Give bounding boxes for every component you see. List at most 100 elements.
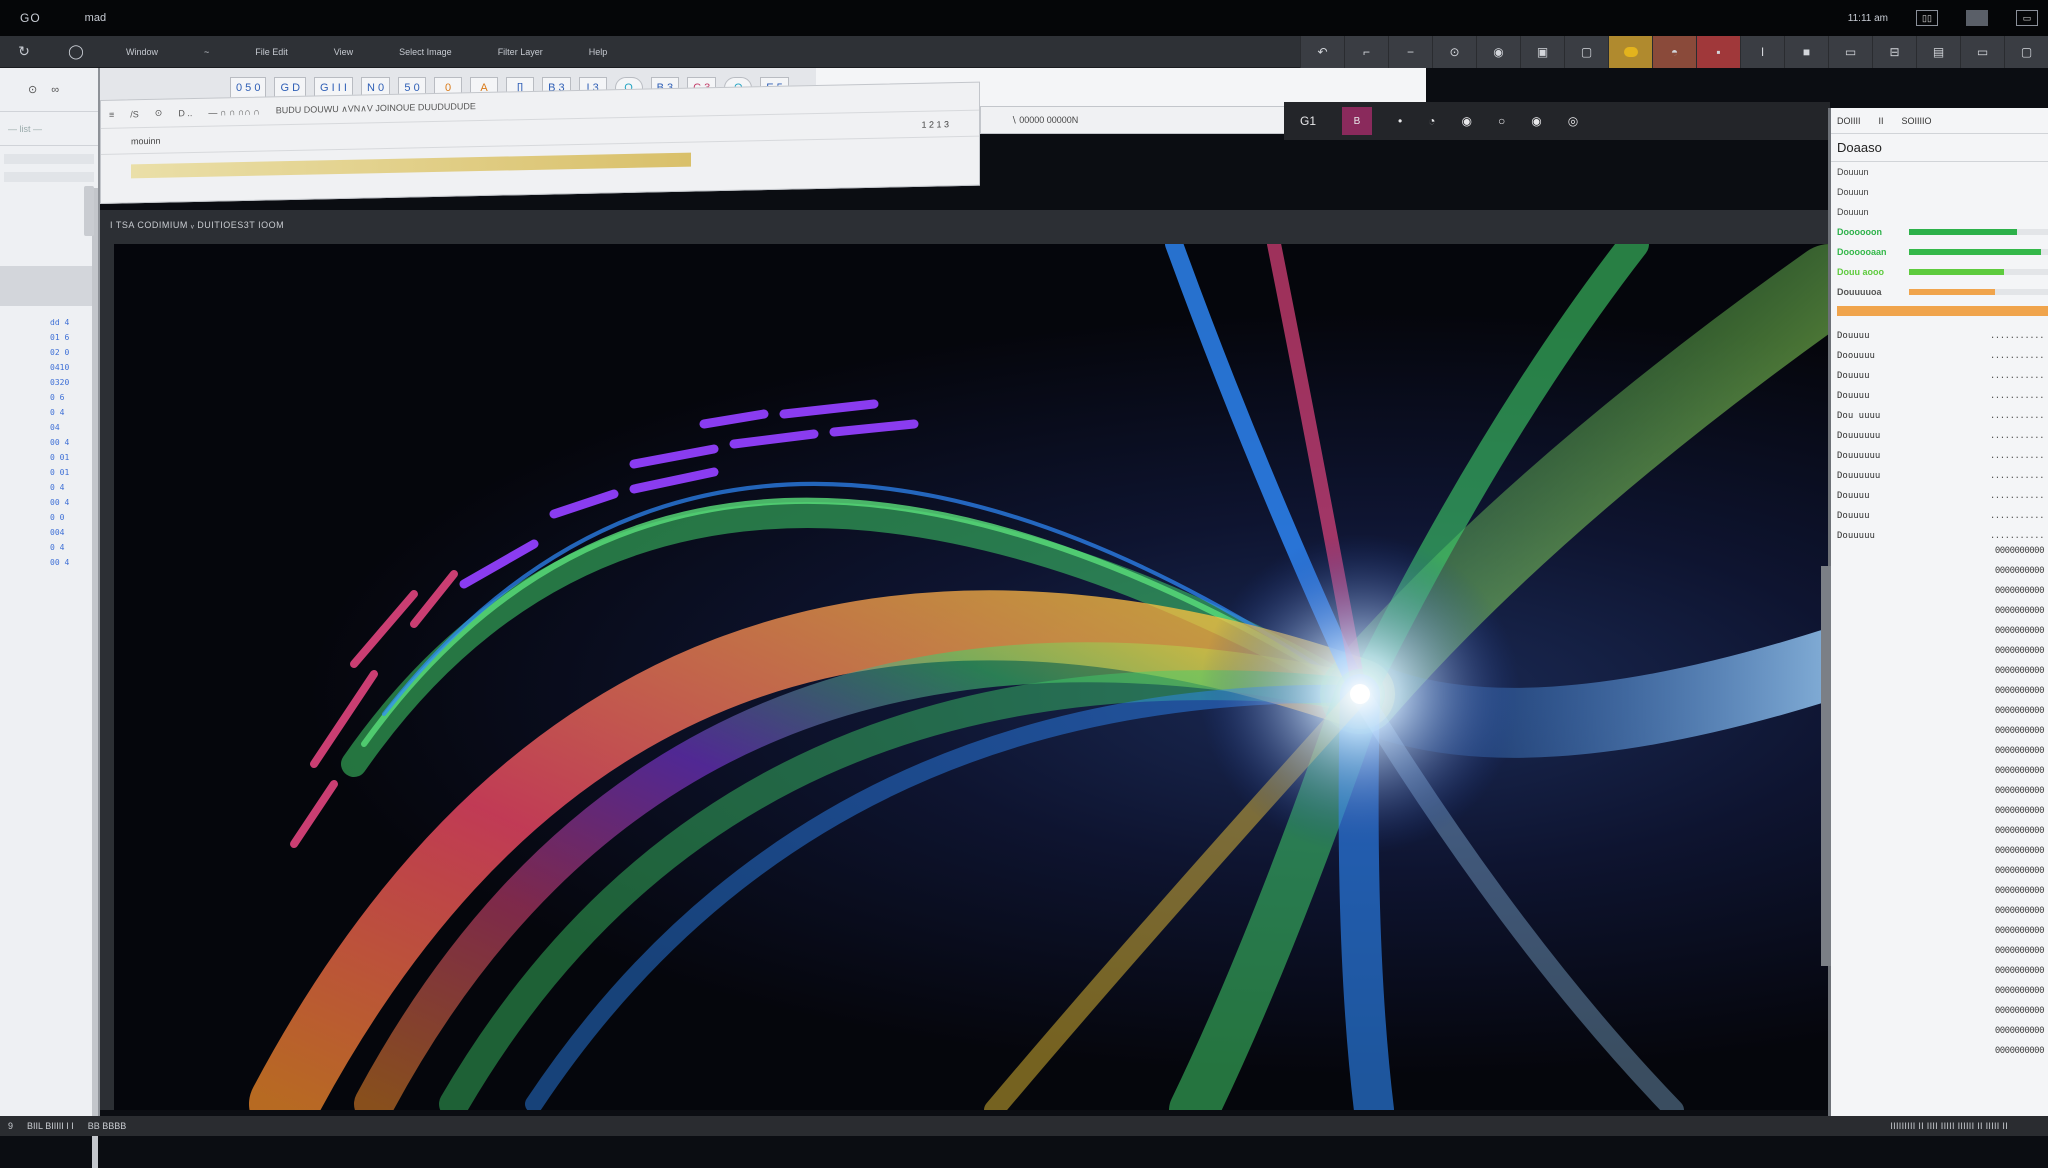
path-bar-item[interactable]: D .. xyxy=(178,108,192,118)
list-item[interactable]: 0 01 xyxy=(50,453,98,468)
property-row[interactable]: Douuuu........... xyxy=(1831,326,2048,346)
clock[interactable]: 11:11 am xyxy=(1848,13,1888,24)
menu-item[interactable]: Window xyxy=(126,47,158,57)
value-row[interactable]: 0000000000 xyxy=(1831,746,2045,766)
value-row[interactable]: 0000000000 xyxy=(1831,626,2045,646)
menu-item[interactable]: Filter Layer xyxy=(498,47,543,57)
property-row[interactable]: Doouuuu........... xyxy=(1831,346,2048,366)
property-row[interactable]: Douuuu........... xyxy=(1831,506,2048,526)
right-panel-tab[interactable]: II xyxy=(1879,116,1884,126)
refresh-icon[interactable]: ↻ xyxy=(12,43,36,60)
property-row[interactable]: Douuuuu........... xyxy=(1831,526,2048,546)
path-bar-item[interactable]: BUDU DOUWU ∧VN∧V JOINOUE DUUDUDUDE xyxy=(276,101,476,116)
list-item[interactable]: 0 4 xyxy=(50,408,98,423)
path-bar-item[interactable]: ≡ xyxy=(109,109,114,119)
property-row[interactable]: Douuuuuu........... xyxy=(1831,446,2048,466)
canvas-header-item[interactable]: ◔ xyxy=(1428,114,1435,128)
list-item[interactable]: 00 4 xyxy=(50,558,98,573)
square-icon[interactable]: ■ xyxy=(1784,35,1828,68)
value-row[interactable]: 0000000000 xyxy=(1831,806,2045,826)
eye-icon[interactable]: ◉ xyxy=(1476,35,1520,68)
value-row[interactable]: 0000000000 xyxy=(1831,786,2045,806)
value-row[interactable]: 0000000000 xyxy=(1831,586,2045,606)
property-row[interactable]: Douuuu........... xyxy=(1831,366,2048,386)
grid-icon[interactable]: ▭ xyxy=(1828,35,1872,68)
property-row[interactable]: Dou uuuu........... xyxy=(1831,406,2048,426)
canvas-artwork[interactable] xyxy=(114,244,1830,1110)
value-row[interactable]: 0000000000 xyxy=(1831,906,2045,926)
window-grid-icon[interactable]: ▯▯ xyxy=(1916,10,1938,26)
menu-item[interactable]: File Edit xyxy=(255,47,288,57)
target-icon[interactable]: ⊙ xyxy=(28,83,37,96)
value-row[interactable]: 0000000000 xyxy=(1831,566,2045,586)
panel-icon[interactable]: ▤ xyxy=(1916,35,1960,68)
value-row[interactable]: 0000000000 xyxy=(1831,646,2045,666)
value-row[interactable]: 0000000000 xyxy=(1831,886,2045,906)
text-cursor-icon[interactable]: I xyxy=(1740,35,1784,68)
list-item[interactable]: 0410 xyxy=(50,363,98,378)
list-item[interactable]: 0320 xyxy=(50,378,98,393)
brush-icon[interactable]: ◓ xyxy=(1652,35,1696,68)
property-row[interactable]: Douuuu........... xyxy=(1831,486,2048,506)
list-item[interactable]: 0 6 xyxy=(50,393,98,408)
list-item[interactable]: 0 4 xyxy=(50,543,98,558)
canvas-header-item[interactable]: ○ xyxy=(1498,114,1505,128)
value-row[interactable]: 0000000000 xyxy=(1831,1046,2045,1066)
property-row[interactable]: Douuuuuu........... xyxy=(1831,466,2048,486)
path-bar-item[interactable]: — ∩ ∩ ∩∩ ∩ xyxy=(208,106,259,117)
list-item[interactable]: 0 01 xyxy=(50,468,98,483)
panel-splitter[interactable] xyxy=(1821,566,1831,966)
property-row[interactable]: Douuuuuu........... xyxy=(1831,426,2048,446)
value-row[interactable]: 0000000000 xyxy=(1831,866,2045,886)
canvas-header-item[interactable]: ◉ xyxy=(1461,114,1471,128)
list-item[interactable]: 00 4 xyxy=(50,438,98,453)
value-row[interactable]: 0000000000 xyxy=(1831,1026,2045,1046)
display-icon[interactable]: ▭ xyxy=(2016,10,2038,26)
left-panel-scrollbar[interactable] xyxy=(84,186,94,236)
right-panel-tab[interactable]: SOIIIIO xyxy=(1902,116,1932,126)
canvas-header-item[interactable]: G1 xyxy=(1300,114,1316,128)
right-panel-tab[interactable]: DOIIII xyxy=(1837,116,1861,126)
value-row[interactable]: 0000000000 xyxy=(1831,606,2045,626)
color-dot-icon[interactable] xyxy=(1608,35,1652,68)
value-row[interactable]: 0000000000 xyxy=(1831,826,2045,846)
crop-icon[interactable]: ⌐ xyxy=(1344,35,1388,68)
list-item[interactable]: 00 4 xyxy=(50,498,98,513)
square-icon[interactable] xyxy=(1966,10,1988,26)
circle-icon[interactable]: ◯ xyxy=(64,43,88,60)
canvas-header-item[interactable]: • xyxy=(1398,114,1402,128)
value-row[interactable]: 0000000000 xyxy=(1831,706,2045,726)
target-icon[interactable]: ⊙ xyxy=(1432,35,1476,68)
frame-icon[interactable]: ▣ xyxy=(1520,35,1564,68)
split-icon[interactable]: ▭ xyxy=(1960,35,2004,68)
value-row[interactable]: 0000000000 xyxy=(1831,766,2045,786)
device-icon[interactable]: ▢ xyxy=(1564,35,1608,68)
list-item[interactable]: 0 4 xyxy=(50,483,98,498)
window-icon[interactable]: ▢ xyxy=(2004,35,2048,68)
rotate-icon[interactable]: ↶ xyxy=(1300,35,1344,68)
canvas-header-item[interactable]: ◉ xyxy=(1531,114,1541,128)
list-item[interactable]: 004 xyxy=(50,528,98,543)
value-row[interactable]: 0000000000 xyxy=(1831,946,2045,966)
list-item[interactable]: 0 0 xyxy=(50,513,98,528)
layout-icon[interactable]: ⊟ xyxy=(1872,35,1916,68)
left-panel-filter[interactable]: — list — xyxy=(0,112,98,146)
minus-icon[interactable]: − xyxy=(1388,35,1432,68)
system-glyph[interactable]: GO xyxy=(20,11,41,25)
value-row[interactable]: 0000000000 xyxy=(1831,726,2045,746)
list-item[interactable]: 02 0 xyxy=(50,348,98,363)
value-row[interactable]: 0000000000 xyxy=(1831,926,2045,946)
stop-icon[interactable]: ▪ xyxy=(1696,35,1740,68)
infinity-icon[interactable]: ∞ xyxy=(51,84,59,96)
value-row[interactable]: 0000000000 xyxy=(1831,846,2045,866)
left-panel-divider[interactable] xyxy=(92,188,98,1168)
value-row[interactable]: 0000000000 xyxy=(1831,1006,2045,1026)
list-item[interactable]: 01 6 xyxy=(50,333,98,348)
list-item[interactable]: 04 xyxy=(50,423,98,438)
canvas-header-item[interactable]: ◎ xyxy=(1568,114,1578,128)
menu-item[interactable]: Select Image xyxy=(399,47,452,57)
menu-item[interactable]: ~ xyxy=(204,47,209,57)
menu-item[interactable]: Help xyxy=(589,47,608,57)
value-row[interactable]: 0000000000 xyxy=(1831,666,2045,686)
value-row[interactable]: 0000000000 xyxy=(1831,546,2045,566)
